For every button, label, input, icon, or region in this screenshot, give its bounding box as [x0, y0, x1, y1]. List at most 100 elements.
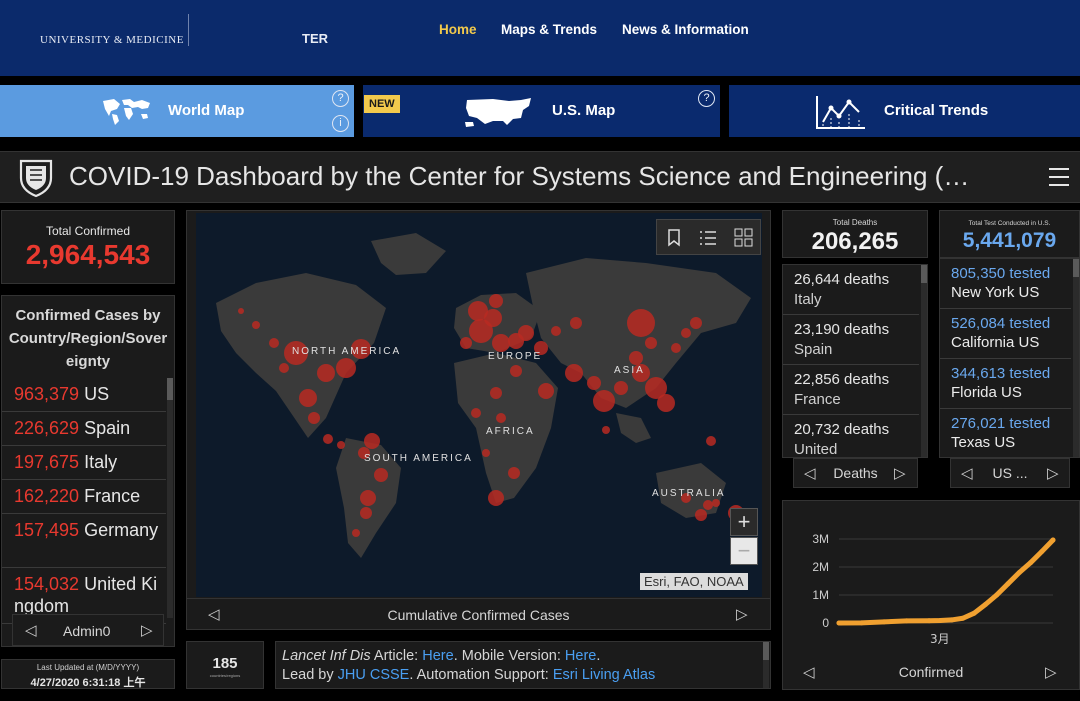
case-bubble[interactable] — [252, 321, 260, 329]
data-point[interactable] — [949, 617, 955, 623]
deaths-row[interactable]: 26,644 deaths Italy — [783, 265, 919, 315]
case-bubble[interactable] — [706, 436, 716, 446]
help-icon[interactable]: ? — [332, 90, 349, 107]
data-point[interactable] — [904, 618, 910, 624]
case-bubble[interactable] — [712, 499, 720, 507]
case-bubble[interactable] — [323, 434, 333, 444]
case-bubble[interactable] — [570, 317, 582, 329]
case-bubble[interactable] — [488, 490, 504, 506]
deaths-row[interactable]: 20,732 deaths United — [783, 415, 919, 457]
data-point[interactable] — [971, 610, 977, 616]
case-bubble[interactable] — [468, 301, 488, 321]
esri-living-atlas-link[interactable]: Esri Living Atlas — [553, 667, 655, 683]
tests-scrollbar[interactable] — [1073, 259, 1079, 457]
case-bubble[interactable] — [308, 412, 320, 424]
previous-arrow-icon[interactable]: ◁ — [25, 621, 37, 639]
case-bubble[interactable] — [360, 507, 372, 519]
case-bubble[interactable] — [482, 449, 490, 457]
world-map[interactable]: NORTH AMERICA EUROPE ASIA AFRICA SOUTH A… — [196, 213, 762, 597]
case-bubble[interactable] — [490, 387, 502, 399]
case-bubble[interactable] — [690, 317, 702, 329]
data-point[interactable] — [836, 620, 842, 626]
mobile-version-link[interactable]: Here — [565, 648, 596, 664]
case-bubble[interactable] — [279, 363, 289, 373]
data-point[interactable] — [937, 617, 943, 623]
data-point[interactable] — [881, 619, 887, 625]
case-bubble[interactable] — [489, 294, 503, 308]
country-row[interactable]: 162,220 France — [2, 480, 166, 514]
data-point[interactable] — [1005, 581, 1011, 587]
tests-scroll-thumb[interactable] — [1073, 259, 1079, 277]
case-bubble[interactable] — [657, 394, 675, 412]
data-point[interactable] — [926, 618, 932, 624]
case-bubble[interactable] — [238, 308, 244, 314]
tab-us-map[interactable]: NEW U.S. Map ? — [363, 85, 720, 137]
case-bubble[interactable] — [695, 509, 707, 521]
deaths-row[interactable]: 23,190 deaths Spain — [783, 315, 919, 365]
deaths-scrollbar[interactable] — [921, 265, 927, 457]
country-row[interactable]: 226,629 Spain — [2, 412, 166, 446]
nav-home-link[interactable]: Home — [439, 22, 477, 37]
case-bubble[interactable] — [518, 325, 534, 341]
case-bubble[interactable] — [681, 328, 691, 338]
bookmark-icon[interactable] — [667, 229, 681, 247]
case-bubble[interactable] — [299, 389, 317, 407]
nav-maps-trends-link[interactable]: Maps & Trends — [501, 22, 597, 37]
university-logo[interactable]: UNIVERSITY & MEDICINE — [40, 34, 184, 46]
case-bubble[interactable] — [317, 364, 335, 382]
nav-news-information-link[interactable]: News & Information — [622, 22, 749, 37]
tests-row[interactable]: 344,613 tested Florida US — [940, 359, 1071, 409]
data-point[interactable] — [859, 620, 865, 626]
next-arrow-icon[interactable]: ▷ — [894, 464, 906, 482]
tests-row[interactable]: 805,350 tested New York US — [940, 259, 1071, 309]
confirmed-trend-chart[interactable]: 0 1M 2M 3M 3月 — [783, 501, 1079, 689]
case-bubble[interactable] — [360, 490, 376, 506]
info-icon[interactable]: i — [332, 115, 349, 132]
data-point[interactable] — [1027, 560, 1033, 566]
case-bubble[interactable] — [374, 468, 388, 482]
case-bubble[interactable] — [627, 309, 655, 337]
case-bubble[interactable] — [703, 500, 713, 510]
next-arrow-icon[interactable]: ▷ — [1047, 464, 1059, 482]
data-point[interactable] — [994, 592, 1000, 598]
case-bubble[interactable] — [602, 426, 610, 434]
data-point[interactable] — [1016, 570, 1022, 576]
case-bubble[interactable] — [593, 390, 615, 412]
tests-row[interactable]: 276,021 tested Texas US — [940, 409, 1071, 457]
case-bubble[interactable] — [460, 337, 472, 349]
data-point[interactable] — [1050, 537, 1056, 543]
zoom-in-button[interactable]: + — [730, 508, 758, 536]
lancet-article-link[interactable]: Here — [422, 648, 453, 664]
country-row[interactable]: 197,675 Italy — [2, 446, 166, 480]
hamburger-menu-icon[interactable] — [1048, 167, 1070, 187]
case-bubble[interactable] — [337, 441, 345, 449]
tab-critical-trends[interactable]: Critical Trends — [729, 85, 1080, 137]
data-point[interactable] — [982, 602, 988, 608]
case-bubble[interactable] — [496, 413, 506, 423]
country-row[interactable]: 157,495 Germany — [2, 514, 166, 568]
case-bubble[interactable] — [510, 365, 522, 377]
help-icon[interactable]: ? — [698, 90, 715, 107]
case-bubble[interactable] — [364, 433, 380, 449]
zoom-out-button[interactable]: − — [730, 537, 758, 565]
case-bubble[interactable] — [629, 351, 643, 365]
country-list-scroll-thumb[interactable] — [167, 378, 173, 400]
deaths-scroll-thumb[interactable] — [921, 265, 927, 283]
jhu-csse-link[interactable]: JHU CSSE — [338, 667, 410, 683]
case-bubble[interactable] — [587, 376, 601, 390]
info-scroll-thumb[interactable] — [763, 642, 769, 660]
data-point[interactable] — [1039, 549, 1045, 555]
country-list-scrollbar[interactable] — [167, 378, 173, 618]
case-bubble[interactable] — [671, 343, 681, 353]
case-bubble[interactable] — [508, 467, 520, 479]
case-bubble[interactable] — [352, 529, 360, 537]
next-arrow-icon[interactable]: ▷ — [736, 605, 748, 623]
legend-list-icon[interactable] — [699, 229, 717, 247]
next-arrow-icon[interactable]: ▷ — [1045, 663, 1057, 681]
deaths-row[interactable]: 22,856 deaths France — [783, 365, 919, 415]
next-arrow-icon[interactable]: ▷ — [141, 621, 153, 639]
case-bubble[interactable] — [565, 364, 583, 382]
basemap-gallery-icon[interactable] — [734, 228, 753, 247]
data-point[interactable] — [960, 615, 966, 621]
case-bubble[interactable] — [551, 326, 561, 336]
